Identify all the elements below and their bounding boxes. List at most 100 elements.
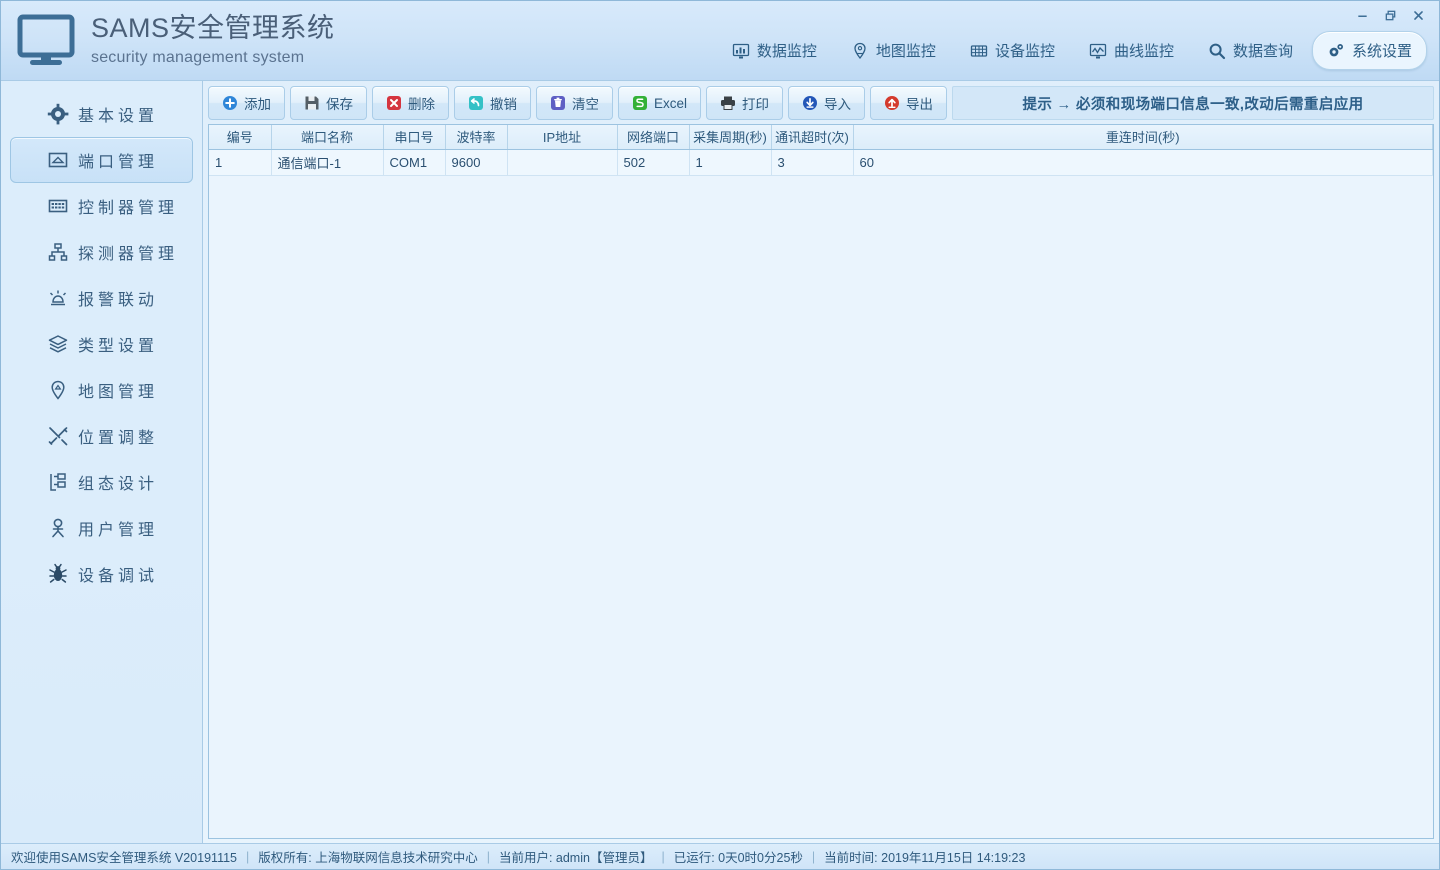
sidebar-item-port-management[interactable]: 端口管理 xyxy=(10,137,193,183)
nav-label: 系统设置 xyxy=(1352,40,1412,61)
sidebar-item-map-management[interactable]: 地图管理 xyxy=(10,367,193,413)
cell-reconnect-time[interactable]: 60 xyxy=(853,149,1433,175)
map-pin-icon xyxy=(851,42,869,60)
button-label: 导出 xyxy=(906,93,933,113)
cell-collect-period[interactable]: 1 xyxy=(689,149,771,175)
x-circle-icon xyxy=(386,95,402,111)
column-header-reconnect-time[interactable]: 重连时间(秒) xyxy=(853,125,1433,149)
column-header-port-name[interactable]: 端口名称 xyxy=(271,125,383,149)
column-header-id[interactable]: 编号 xyxy=(209,125,271,149)
sidebar-item-label: 位置调整 xyxy=(78,424,158,448)
button-label: Excel xyxy=(654,96,687,111)
import-button[interactable]: 导入 xyxy=(788,86,865,120)
toolbar: 添加 保存 xyxy=(208,86,1434,120)
nav-label: 数据查询 xyxy=(1233,40,1293,61)
cell-serial-port[interactable]: COM1 xyxy=(383,149,445,175)
excel-icon xyxy=(632,95,648,111)
sidebar-item-device-debug[interactable]: 设备调试 xyxy=(10,551,193,597)
monitor-icon xyxy=(15,13,77,69)
status-current-time: 当前时间: 2019年11月15日 14:19:23 xyxy=(824,847,1025,866)
column-header-serial-port[interactable]: 串口号 xyxy=(383,125,445,149)
minimize-button[interactable] xyxy=(1349,4,1375,26)
cell-network-port[interactable]: 502 xyxy=(617,149,689,175)
sidebar-item-type-settings[interactable]: 类型设置 xyxy=(10,321,193,367)
sidebar-item-detector-management[interactable]: 探测器管理 xyxy=(10,229,193,275)
cell-port-name[interactable]: 通信端口-1 xyxy=(271,149,383,175)
app-title-cn: SAMS安全管理系统 xyxy=(91,15,335,42)
sidebar-item-label: 报警联动 xyxy=(78,286,158,310)
curve-monitor-icon xyxy=(1089,42,1107,60)
status-current-user: 当前用户: admin【管理员】 xyxy=(499,847,653,866)
bug-icon xyxy=(47,563,69,585)
restore-button[interactable] xyxy=(1377,4,1403,26)
sidebar-item-position-adjust[interactable]: 位置调整 xyxy=(10,413,193,459)
column-header-network-port[interactable]: 网络端口 xyxy=(617,125,689,149)
close-button[interactable] xyxy=(1405,4,1431,26)
button-label: 添加 xyxy=(244,93,271,113)
port-table-container[interactable]: 编号 端口名称 串口号 波特率 IP地址 网络端口 采集周期(秒) 通讯超时(次… xyxy=(208,124,1434,839)
nav-label: 数据监控 xyxy=(757,40,817,61)
table-row[interactable]: 1 通信端口-1 COM1 9600 502 1 3 60 xyxy=(209,149,1433,175)
controller-icon xyxy=(47,195,69,217)
column-header-comm-timeout[interactable]: 通讯超时(次) xyxy=(771,125,853,149)
sidebar-item-label: 探测器管理 xyxy=(78,240,178,264)
app-header: SAMS安全管理系统 security management system xyxy=(1,1,1439,81)
sidebar-item-controller-management[interactable]: 控制器管理 xyxy=(10,183,193,229)
sidebar-item-label: 组态设计 xyxy=(78,470,158,494)
alarm-icon xyxy=(47,287,69,309)
tools-icon xyxy=(47,425,69,447)
sidebar-item-alarm-linkage[interactable]: 报警联动 xyxy=(10,275,193,321)
sidebar-item-label: 类型设置 xyxy=(78,332,158,356)
nav-item-map-monitor[interactable]: 地图监控 xyxy=(836,31,951,70)
cell-baud-rate[interactable]: 9600 xyxy=(445,149,507,175)
column-header-baud-rate[interactable]: 波特率 xyxy=(445,125,507,149)
download-icon xyxy=(802,95,818,111)
nav-item-data-query[interactable]: 数据查询 xyxy=(1193,31,1308,70)
sidebar-item-label: 地图管理 xyxy=(78,378,158,402)
app-title-en: security management system xyxy=(91,50,335,66)
excel-button[interactable]: Excel xyxy=(618,86,701,120)
printer-icon xyxy=(720,95,736,111)
button-label: 导入 xyxy=(824,93,851,113)
nav-item-device-monitor[interactable]: 设备监控 xyxy=(955,31,1070,70)
column-header-collect-period[interactable]: 采集周期(秒) xyxy=(689,125,771,149)
cell-comm-timeout[interactable]: 3 xyxy=(771,149,853,175)
sidebar-item-basic-settings[interactable]: 基本设置 xyxy=(10,91,193,137)
upload-icon xyxy=(884,95,900,111)
plus-circle-icon xyxy=(222,95,238,111)
column-header-ip-address[interactable]: IP地址 xyxy=(507,125,617,149)
save-button[interactable]: 保存 xyxy=(290,86,367,120)
search-icon xyxy=(1208,42,1226,60)
nav-item-curve-monitor[interactable]: 曲线监控 xyxy=(1074,31,1189,70)
table-empty-area xyxy=(209,176,1433,839)
sidebar-item-user-management[interactable]: 用户管理 xyxy=(10,505,193,551)
nav-item-system-settings[interactable]: 系统设置 xyxy=(1312,31,1427,70)
button-label: 撤销 xyxy=(490,93,517,113)
undo-button[interactable]: 撤销 xyxy=(454,86,531,120)
brand-text: SAMS安全管理系统 security management system xyxy=(91,15,335,66)
device-grid-icon xyxy=(970,42,988,60)
nav-item-data-monitor[interactable]: 数据监控 xyxy=(717,31,832,70)
sidebar-item-label: 设备调试 xyxy=(78,562,158,586)
sidebar-item-configuration-design[interactable]: 组态设计 xyxy=(10,459,193,505)
export-button[interactable]: 导出 xyxy=(870,86,947,120)
map-marker-icon xyxy=(47,379,69,401)
cell-ip-address[interactable] xyxy=(507,149,617,175)
sitemap-icon xyxy=(47,241,69,263)
button-label: 清空 xyxy=(572,93,599,113)
delete-button[interactable]: 删除 xyxy=(372,86,449,120)
print-button[interactable]: 打印 xyxy=(706,86,783,120)
trash-icon xyxy=(550,95,566,111)
status-welcome: 欢迎使用SAMS安全管理系统 V20191115 xyxy=(11,847,237,866)
design-icon xyxy=(47,471,69,493)
status-divider: | xyxy=(812,850,815,864)
sidebar-item-label: 基本设置 xyxy=(78,102,158,126)
clear-button[interactable]: 清空 xyxy=(536,86,613,120)
status-bar: 欢迎使用SAMS安全管理系统 V20191115 | 版权所有: 上海物联网信息… xyxy=(1,843,1439,869)
undo-icon xyxy=(468,95,484,111)
status-divider: | xyxy=(487,850,490,864)
cell-id[interactable]: 1 xyxy=(209,149,271,175)
top-navigation: 数据监控 地图监控 xyxy=(717,31,1427,70)
add-button[interactable]: 添加 xyxy=(208,86,285,120)
button-label: 删除 xyxy=(408,93,435,113)
